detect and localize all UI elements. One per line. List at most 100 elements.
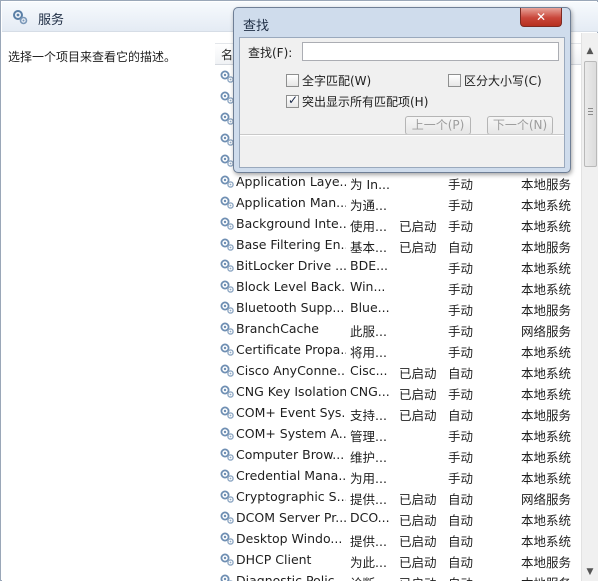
checkbox-icon[interactable] (286, 74, 299, 87)
table-row[interactable]: Bluetooth Supp... Blue... 手动 本地服务 (215, 297, 581, 318)
table-row[interactable]: Credential Mana... 为用... 手动 本地系统 (215, 465, 581, 486)
scroll-down-arrow-icon[interactable]: ▼ (582, 564, 598, 581)
service-gear-icon (219, 404, 235, 420)
table-row[interactable]: DHCP Client 为此... 已启动 自动 本地服务 (215, 549, 581, 570)
service-status: 已启动 (399, 219, 437, 234)
close-button[interactable]: ✕ (520, 8, 562, 27)
service-status: 已启动 (399, 387, 437, 402)
service-status: 已启动 (399, 366, 437, 381)
service-gear-icon (219, 488, 235, 504)
match-case-checkbox[interactable]: 区分大小写(C) (448, 72, 542, 89)
services-window: 服务 选择一个项目来查看它的描述。 名 Application Laye... 为… (0, 0, 598, 581)
service-gear-icon (219, 362, 235, 378)
service-name: Application Man... (236, 195, 346, 210)
service-logon-as: 本地系统 (521, 387, 572, 402)
service-logon-as: 本地系统 (521, 429, 572, 444)
service-startup-type: 手动 (448, 324, 474, 339)
service-name: Cryptographic S... (236, 489, 346, 504)
service-gear-icon (219, 341, 235, 357)
scroll-thumb[interactable] (584, 61, 597, 167)
find-input[interactable] (302, 42, 559, 61)
service-gear-icon (219, 467, 235, 483)
service-gear-icon (219, 446, 235, 462)
service-description: BDE... (350, 258, 389, 273)
service-gear-icon (219, 194, 235, 210)
table-row[interactable]: Base Filtering En... 基本... 已启动 自动 本地服务 (215, 234, 581, 255)
table-row[interactable]: Diagnostic Polic... 诊断...已启动 自动 本地服务 (215, 570, 581, 581)
table-row[interactable]: Computer Brow... 维护... 手动 本地系统 (215, 444, 581, 465)
service-logon-as: 本地服务 (521, 303, 572, 318)
previous-button[interactable]: 上一个(P) (405, 116, 471, 135)
column-header-name[interactable]: 名 (221, 46, 233, 63)
checkbox-icon[interactable] (448, 74, 461, 87)
service-startup-type: 自动 (448, 408, 474, 423)
table-row[interactable]: Cisco AnyConne... Cisc... 已启动 自动 本地系统 (215, 360, 581, 381)
grip-icon (588, 108, 593, 109)
service-name: COM+ Event Sys... (236, 405, 346, 420)
service-description: 基本... (350, 240, 387, 255)
service-description: 为用... (350, 471, 387, 486)
service-logon-as: 本地服务 (521, 408, 572, 423)
service-description: 提供... (350, 492, 387, 507)
grip-icon (588, 114, 593, 115)
service-logon-as: 本地系统 (521, 219, 572, 234)
table-row[interactable]: Application Laye... 为 In... 手动 本地服务 (215, 171, 581, 192)
service-logon-as: 本地服务 (521, 555, 572, 570)
service-startup-type: 手动 (448, 303, 474, 318)
table-row[interactable]: Application Man... 为通... 手动 本地系统 (215, 192, 581, 213)
table-row[interactable]: Background Inte... 使用... 已启动 手动 本地系统 (215, 213, 581, 234)
service-status: 已启动 (399, 555, 437, 570)
service-name: Bluetooth Supp... (236, 300, 345, 315)
service-logon-as: 本地系统 (521, 282, 572, 297)
service-startup-type: 自动 (448, 492, 474, 507)
service-description: Blue... (350, 300, 390, 315)
service-status: 已启动 (399, 573, 437, 581)
service-gear-icon (219, 425, 235, 441)
service-gear-icon (219, 299, 235, 315)
table-row[interactable]: COM+ System A... 管理... 手动 本地系统 (215, 423, 581, 444)
service-name: Background Inte... (236, 216, 346, 231)
service-startup-type: 自动 (448, 366, 474, 381)
checkbox-checked-icon[interactable] (286, 93, 299, 108)
table-row[interactable]: DCOM Server Pr... DCO... 已启动 自动 本地系统 (215, 507, 581, 528)
service-startup-type: 手动 (448, 450, 474, 465)
service-name: Base Filtering En... (236, 237, 346, 252)
table-row[interactable]: CNG Key Isolation CNG... 已启动 手动 本地系统 (215, 381, 581, 402)
table-row[interactable]: Block Level Back... Win... 手动 本地系统 (215, 276, 581, 297)
service-description: 提供... (350, 534, 387, 549)
service-gear-icon (219, 383, 235, 399)
table-row[interactable]: Desktop Windo... 提供... 已启动 自动 本地系统 (215, 528, 581, 549)
dialog-title: 查找 (243, 19, 270, 34)
service-logon-as: 本地系统 (521, 261, 572, 276)
service-name: BitLocker Drive ... (236, 258, 346, 273)
table-row[interactable]: BitLocker Drive ... BDE... 手动 本地系统 (215, 255, 581, 276)
service-name: CNG Key Isolation (236, 384, 346, 399)
service-logon-as: 本地系统 (521, 366, 572, 381)
vertical-scrollbar[interactable]: ▲ ▼ (581, 33, 598, 581)
service-gear-icon (219, 236, 235, 252)
service-gear-icon (219, 215, 235, 231)
service-gear-icon (219, 173, 235, 189)
service-gear-icon (219, 509, 235, 525)
scroll-up-arrow-icon[interactable]: ▲ (582, 43, 598, 60)
table-row[interactable]: COM+ Event Sys... 支持... 已启动 自动 本地服务 (215, 402, 581, 423)
service-logon-as: 本地系统 (521, 534, 572, 549)
service-name: Cisco AnyConne... (236, 363, 346, 378)
service-logon-as: 本地系统 (521, 450, 572, 465)
whole-word-checkbox[interactable]: 全字匹配(W) (286, 72, 371, 89)
highlight-all-label: 突出显示所有匹配项(H) (302, 95, 429, 109)
service-description: 诊断... (350, 573, 396, 581)
table-row[interactable]: BranchCache 此服... 手动 网络服务 (215, 318, 581, 339)
service-startup-type: 自动 (448, 534, 474, 549)
service-name: Certificate Propa... (236, 342, 346, 357)
next-button[interactable]: 下一个(N) (487, 116, 553, 135)
service-gear-icon (219, 530, 235, 546)
service-startup-type: 自动 (448, 555, 474, 570)
service-startup-type: 自动 (448, 240, 474, 255)
service-name: Block Level Back... (236, 279, 346, 294)
table-row[interactable]: Certificate Propa... 将用... 手动 本地系统 (215, 339, 581, 360)
service-startup-type: 手动 (448, 387, 474, 402)
table-row[interactable]: Cryptographic S... 提供... 已启动 自动 网络服务 (215, 486, 581, 507)
service-startup-type: 手动 (448, 471, 474, 486)
highlight-all-checkbox[interactable]: 突出显示所有匹配项(H) (286, 93, 428, 110)
